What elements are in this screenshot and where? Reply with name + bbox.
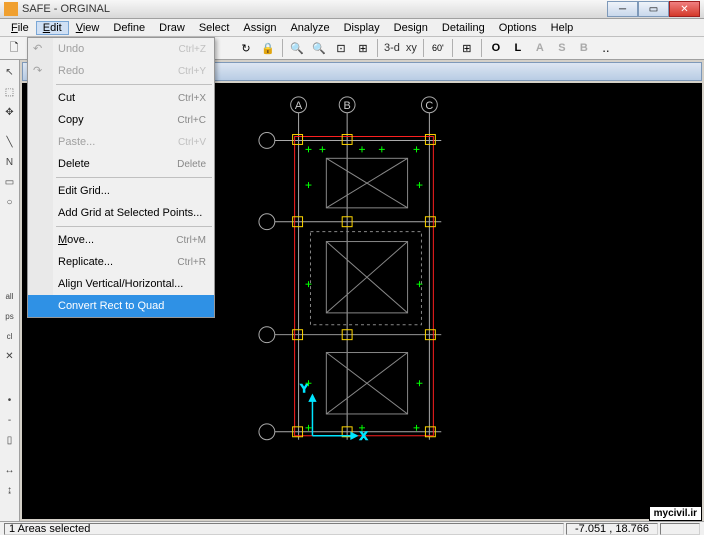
zoom-extents-icon[interactable]: ⊡ bbox=[331, 38, 351, 58]
status-bar: 1 Areas selected -7.051 , 18.766 bbox=[0, 521, 704, 535]
grid-label-a: A bbox=[295, 100, 303, 112]
menu-detailing[interactable]: Detailing bbox=[435, 21, 492, 35]
cl-tool[interactable]: cl bbox=[2, 328, 18, 344]
snap-tool[interactable]: ✕ bbox=[2, 348, 18, 364]
undo-icon: ↶ bbox=[33, 42, 47, 56]
select-tool[interactable]: ⬚ bbox=[2, 84, 18, 100]
menu-delete[interactable]: DeleteDelete bbox=[28, 153, 214, 175]
line-tool[interactable]: ╲ bbox=[2, 134, 18, 150]
menu-align[interactable]: Align Vertical/Horizontal... bbox=[28, 273, 214, 295]
s-icon[interactable]: S bbox=[552, 38, 572, 58]
pointer-tool[interactable]: ↖ bbox=[2, 64, 18, 80]
refresh-icon[interactable]: ↻ bbox=[236, 38, 256, 58]
menu-analyze[interactable]: Analyze bbox=[283, 21, 336, 35]
menu-move[interactable]: Move...Ctrl+M bbox=[28, 229, 214, 251]
window-title: SAFE - ORGINAL bbox=[22, 3, 607, 15]
all-tool[interactable]: all bbox=[2, 288, 18, 304]
axis-label[interactable]: xy bbox=[404, 42, 419, 54]
menu-bar: File Edit View Define Draw Select Assign… bbox=[0, 19, 704, 37]
menu-edit[interactable]: Edit bbox=[36, 21, 69, 35]
menu-replicate[interactable]: Replicate...Ctrl+R bbox=[28, 251, 214, 273]
close-button[interactable]: ✕ bbox=[669, 1, 700, 17]
lock-icon[interactable]: 🔒 bbox=[258, 38, 278, 58]
svg-text:Y: Y bbox=[301, 383, 309, 395]
circle-tool[interactable]: ○ bbox=[2, 194, 18, 210]
menu-file[interactable]: File bbox=[4, 21, 36, 35]
status-selection: 1 Areas selected bbox=[4, 523, 564, 535]
frame-tool[interactable]: ▯ bbox=[2, 432, 18, 448]
menu-display[interactable]: Display bbox=[337, 21, 387, 35]
zoom-in-icon[interactable]: 🔍 bbox=[287, 38, 307, 58]
menu-view[interactable]: View bbox=[69, 21, 107, 35]
obj-icon[interactable]: ⊞ bbox=[457, 38, 477, 58]
new-button[interactable]: 🗋 bbox=[4, 38, 24, 58]
zoom-out-icon[interactable]: 🔍 bbox=[309, 38, 329, 58]
polyline-tool[interactable]: N bbox=[2, 154, 18, 170]
menu-undo: ↶ UndoCtrl+Z bbox=[28, 38, 214, 60]
l-icon[interactable]: L bbox=[508, 38, 528, 58]
a-icon[interactable]: A bbox=[530, 38, 550, 58]
menu-cut[interactable]: CutCtrl+X bbox=[28, 87, 214, 109]
view-mode-label[interactable]: 3-d bbox=[382, 42, 402, 54]
menu-design[interactable]: Design bbox=[387, 21, 435, 35]
title-bar: SAFE - ORGINAL ─ ▭ ✕ bbox=[0, 0, 704, 19]
menu-define[interactable]: Define bbox=[106, 21, 152, 35]
maximize-button[interactable]: ▭ bbox=[638, 1, 669, 17]
menu-convert-rect-quad[interactable]: Convert Rect to Quad bbox=[28, 295, 214, 317]
menu-edit-grid[interactable]: Edit Grid... bbox=[28, 180, 214, 202]
menu-select[interactable]: Select bbox=[192, 21, 237, 35]
menu-add-grid[interactable]: Add Grid at Selected Points... bbox=[28, 202, 214, 224]
redo-icon: ↷ bbox=[33, 64, 47, 78]
o-icon[interactable]: O bbox=[486, 38, 506, 58]
svg-text:X: X bbox=[360, 431, 368, 443]
ps-tool[interactable]: ps bbox=[2, 308, 18, 324]
menu-copy[interactable]: CopyCtrl+C bbox=[28, 109, 214, 131]
more-icon[interactable]: ‥ bbox=[596, 38, 616, 58]
menu-options[interactable]: Options bbox=[492, 21, 544, 35]
rect-tool[interactable]: ▭ bbox=[2, 174, 18, 190]
dim-tool[interactable]: ↔ bbox=[2, 462, 18, 478]
menu-assign[interactable]: Assign bbox=[236, 21, 283, 35]
menu-draw[interactable]: Draw bbox=[152, 21, 192, 35]
view60-icon[interactable]: 60' bbox=[428, 38, 448, 58]
status-coords: -7.051 , 18.766 bbox=[566, 523, 658, 535]
zoom-window-icon[interactable]: ⊞ bbox=[353, 38, 373, 58]
app-icon bbox=[4, 2, 18, 16]
grid-label-b: B bbox=[344, 100, 351, 112]
menu-help[interactable]: Help bbox=[544, 21, 581, 35]
dash-tool[interactable]: - bbox=[2, 412, 18, 428]
b-icon[interactable]: B bbox=[574, 38, 594, 58]
alt-tool[interactable]: ↨ bbox=[2, 482, 18, 498]
edit-menu-dropdown: ↶ UndoCtrl+Z ↷ RedoCtrl+Y CutCtrl+X Copy… bbox=[27, 37, 215, 318]
point-tool[interactable]: • bbox=[2, 392, 18, 408]
status-units-box[interactable] bbox=[660, 523, 700, 535]
move-tool[interactable]: ✥ bbox=[2, 104, 18, 120]
watermark: mycivil.ir bbox=[649, 506, 702, 521]
minimize-button[interactable]: ─ bbox=[607, 1, 638, 17]
grid-label-c: C bbox=[425, 100, 433, 112]
menu-redo: ↷ RedoCtrl+Y bbox=[28, 60, 214, 82]
tool-palette: ↖ ⬚ ✥ ╲ N ▭ ○ all ps cl ✕ • - ▯ ↔ ↨ bbox=[0, 60, 20, 521]
menu-paste: Paste...Ctrl+V bbox=[28, 131, 214, 153]
